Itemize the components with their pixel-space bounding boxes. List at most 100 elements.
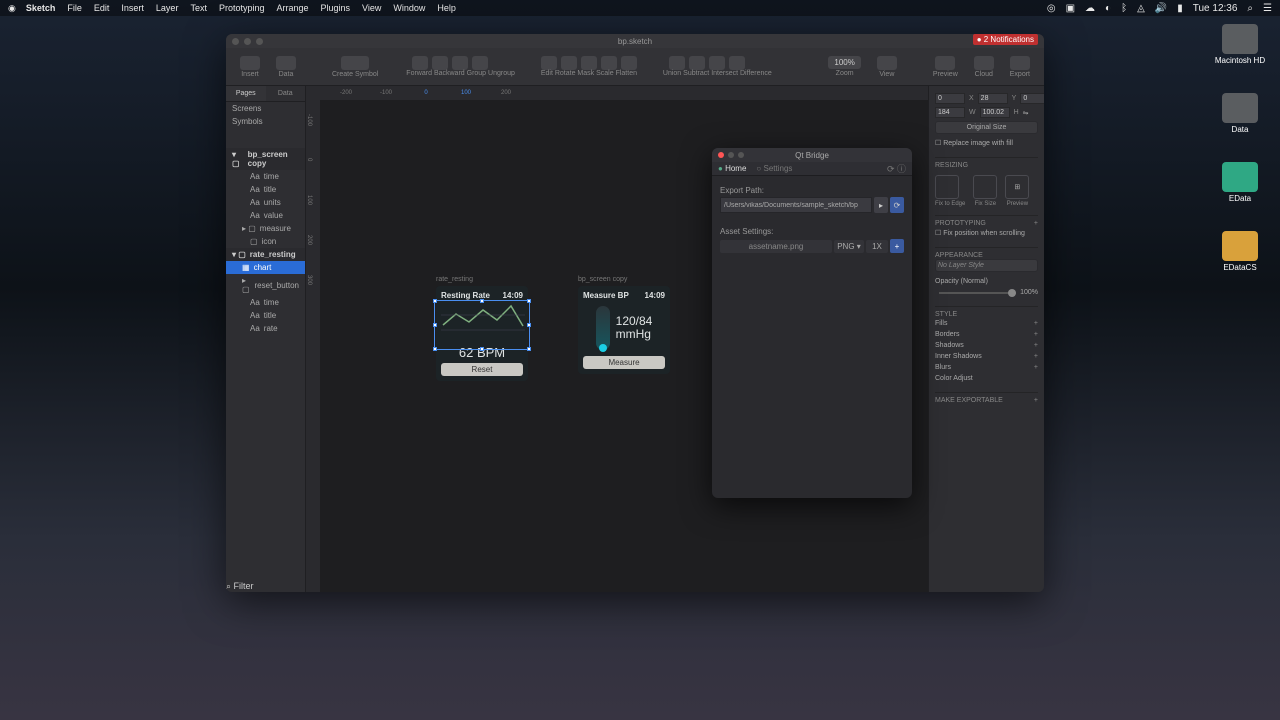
artboard-rate-resting[interactable]: Resting Rate14:09 62 BPM Reset: [436, 286, 528, 381]
bluetooth-icon[interactable]: ᛒ: [1121, 3, 1127, 14]
add-export-icon[interactable]: +: [1034, 397, 1038, 404]
minimize-icon[interactable]: [244, 38, 251, 45]
tab-settings[interactable]: ○ Settings: [756, 164, 792, 173]
subtract-icon[interactable]: [689, 56, 705, 70]
layer-item[interactable]: Aa value: [226, 209, 305, 222]
toolbar-data[interactable]: Data: [276, 56, 296, 78]
qt-bridge-panel[interactable]: Qt Bridge ● Home ○ Settings ⟳ ⓘ Export P…: [712, 148, 912, 498]
desktop-icon-macintosh-hd[interactable]: Macintosh HD: [1215, 24, 1265, 65]
layer-item[interactable]: Aa title: [226, 183, 305, 196]
qt-titlebar[interactable]: Qt Bridge: [712, 148, 912, 162]
toolbar-zoom[interactable]: 100%Zoom: [828, 56, 860, 77]
browse-folder-icon[interactable]: ▸: [874, 197, 888, 213]
list-screens[interactable]: Screens: [226, 102, 305, 115]
layer-item[interactable]: ▸ ▢ reset_button: [226, 274, 305, 296]
menu-prototyping[interactable]: Prototyping: [219, 3, 265, 13]
spotlight-icon[interactable]: ⌕: [1247, 3, 1253, 14]
status-icon[interactable]: ◎: [1047, 3, 1056, 14]
toolbar-view[interactable]: View: [877, 56, 897, 78]
add-innershadow-icon[interactable]: +: [1034, 353, 1038, 360]
input-rotation[interactable]: [1020, 93, 1044, 104]
menu-plugins[interactable]: Plugins: [321, 3, 351, 13]
format-select[interactable]: PNG ▾: [834, 240, 864, 253]
input-width[interactable]: [935, 107, 965, 118]
fix-edge-button[interactable]: [935, 175, 959, 199]
clock[interactable]: Tue 12:36: [1193, 3, 1238, 14]
original-size-button[interactable]: Original Size: [935, 121, 1038, 134]
wifi-icon[interactable]: ◬: [1137, 3, 1145, 14]
maximize-icon[interactable]: [256, 38, 263, 45]
artboard-label[interactable]: bp_screen copy: [578, 276, 627, 283]
status-icon[interactable]: ◐: [1105, 3, 1111, 14]
reset-button[interactable]: Reset: [441, 363, 523, 376]
status-icon[interactable]: ☁: [1085, 3, 1095, 14]
layer-artboard[interactable]: ▾ ▢ rate_resting: [226, 248, 305, 261]
scale-icon[interactable]: [601, 56, 617, 70]
add-shadow-icon[interactable]: +: [1034, 342, 1038, 349]
add-asset-icon[interactable]: +: [890, 239, 904, 253]
intersect-icon[interactable]: [709, 56, 725, 70]
add-border-icon[interactable]: +: [1034, 331, 1038, 338]
layer-item[interactable]: Aa time: [226, 170, 305, 183]
desktop-icon-edata[interactable]: EData: [1222, 162, 1258, 203]
refresh-icon[interactable]: ⟳ ⓘ: [887, 162, 906, 175]
apple-icon[interactable]: ◉: [8, 3, 16, 14]
layer-item[interactable]: ▢ icon: [226, 235, 305, 248]
menu-text[interactable]: Text: [190, 3, 207, 13]
input-y[interactable]: [978, 93, 1008, 104]
input-x[interactable]: [935, 93, 965, 104]
fix-position-checkbox[interactable]: ☐ Fix position when scrolling: [935, 229, 1025, 237]
layer-item[interactable]: Aa units: [226, 196, 305, 209]
tab-data[interactable]: Data: [266, 86, 306, 102]
tab-pages[interactable]: Pages: [226, 86, 266, 102]
add-blur-icon[interactable]: +: [1034, 364, 1038, 371]
menu-file[interactable]: File: [67, 3, 82, 13]
close-icon[interactable]: [718, 152, 724, 158]
status-icon[interactable]: ▣: [1066, 3, 1075, 14]
siri-icon[interactable]: ☰: [1263, 3, 1272, 14]
layer-item[interactable]: Aa rate: [226, 322, 305, 335]
toolbar-export[interactable]: Export: [1010, 56, 1030, 78]
add-fill-icon[interactable]: +: [1034, 320, 1038, 327]
union-icon[interactable]: [669, 56, 685, 70]
layer-item[interactable]: Aa time: [226, 296, 305, 309]
edit-icon[interactable]: [541, 56, 557, 70]
tab-home[interactable]: ● Home: [718, 164, 746, 173]
menu-arrange[interactable]: Arrange: [276, 3, 308, 13]
artboard-label[interactable]: rate_resting: [436, 276, 473, 283]
group-icon[interactable]: [452, 56, 468, 70]
layer-style-select[interactable]: No Layer Style: [935, 259, 1038, 272]
toolbar-insert[interactable]: Insert: [240, 56, 260, 78]
desktop-icon-edatacs[interactable]: EDataCS: [1222, 231, 1258, 272]
flatten-icon[interactable]: [621, 56, 637, 70]
scale-select[interactable]: 1X: [866, 240, 888, 253]
menu-layer[interactable]: Layer: [156, 3, 179, 13]
toolbar-preview[interactable]: Preview: [933, 56, 958, 78]
fix-size-button[interactable]: [973, 175, 997, 199]
ungroup-icon[interactable]: [472, 56, 488, 70]
volume-icon[interactable]: 🔊: [1155, 3, 1167, 14]
list-symbols[interactable]: Symbols: [226, 115, 305, 128]
replace-image-checkbox[interactable]: ☐ Replace image with fill: [935, 139, 1013, 147]
menu-insert[interactable]: Insert: [121, 3, 144, 13]
layer-item[interactable]: ▸ ▢ measure: [226, 222, 305, 235]
backward-icon[interactable]: [432, 56, 448, 70]
menu-help[interactable]: Help: [437, 3, 456, 13]
layer-chart-selected[interactable]: ▦ chart: [226, 261, 305, 274]
menu-window[interactable]: Window: [393, 3, 425, 13]
add-icon[interactable]: +: [1034, 220, 1038, 227]
rotate-icon[interactable]: [561, 56, 577, 70]
asset-name-input[interactable]: assetname.png: [720, 240, 832, 253]
toolbar-cloud[interactable]: Cloud: [974, 56, 994, 78]
maximize-icon[interactable]: [738, 152, 744, 158]
measure-button[interactable]: Measure: [583, 356, 665, 369]
difference-icon[interactable]: [729, 56, 745, 70]
close-icon[interactable]: [232, 38, 239, 45]
notifications-badge[interactable]: ● 2 Notifications: [973, 34, 1038, 45]
flip-icon[interactable]: ⇋: [1023, 109, 1029, 117]
input-height[interactable]: [980, 107, 1010, 118]
minimize-icon[interactable]: [728, 152, 734, 158]
menu-edit[interactable]: Edit: [94, 3, 110, 13]
artboard-measure-bp[interactable]: Measure BP14:09 120/84 mmHg Measure: [578, 286, 670, 374]
opacity-slider[interactable]: [939, 292, 1016, 294]
